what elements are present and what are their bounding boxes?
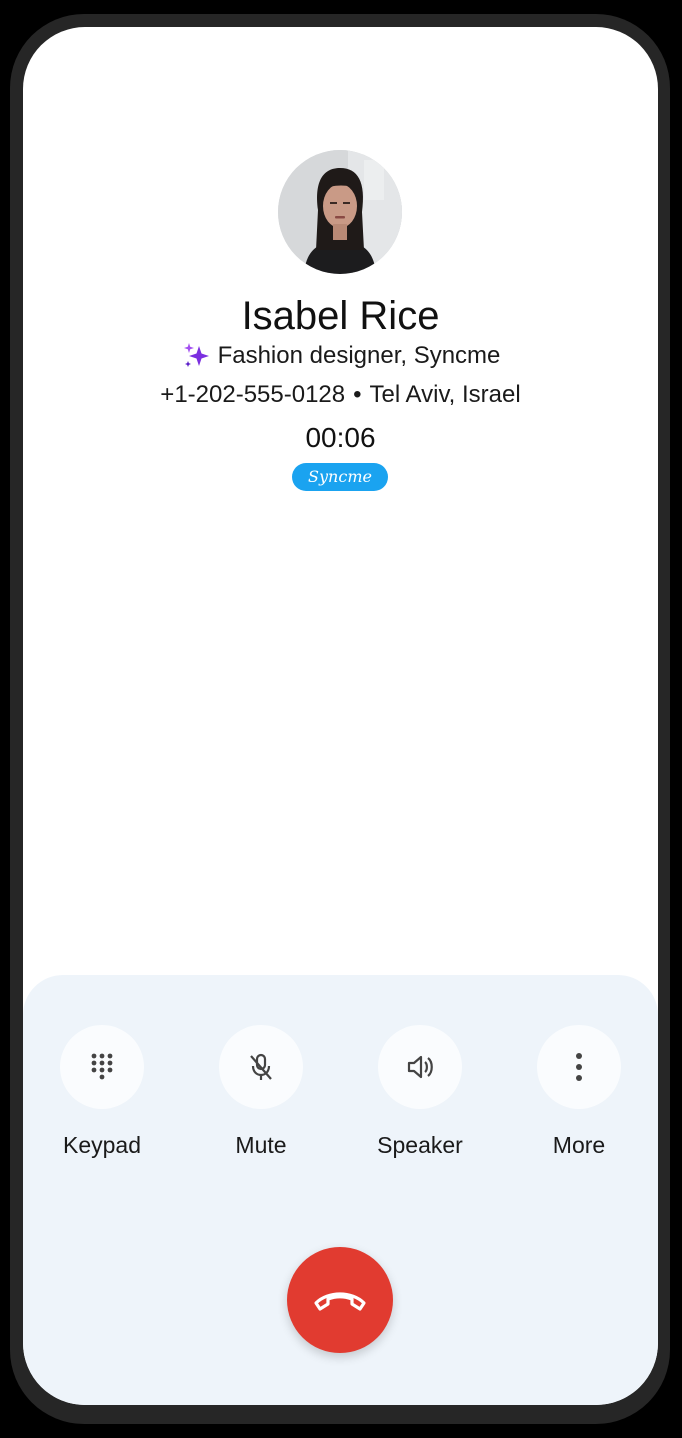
info-separator: • bbox=[353, 381, 362, 408]
mute-button[interactable]: Mute bbox=[201, 1025, 321, 1159]
caller-title-row: Fashion designer, Syncme bbox=[23, 340, 658, 372]
caller-title: Fashion designer, Syncme bbox=[217, 342, 501, 369]
syncme-badge: Syncme bbox=[292, 463, 388, 491]
speaker-button-circle[interactable] bbox=[378, 1025, 462, 1109]
caller-name: Isabel Rice bbox=[241, 294, 440, 338]
keypad-label: Keypad bbox=[62, 1132, 141, 1158]
more-vertical-icon bbox=[576, 1053, 582, 1081]
hang-up-icon bbox=[314, 1292, 366, 1311]
speaker-label: Speaker bbox=[377, 1132, 463, 1158]
caller-location: Tel Aviv, Israel bbox=[369, 381, 521, 408]
speaker-icon bbox=[407, 1055, 433, 1079]
call-timer: 00:06 bbox=[305, 422, 376, 453]
more-button[interactable]: More bbox=[519, 1025, 639, 1159]
call-screen: Isabel Rice Fashion designer, Syncme +1-… bbox=[23, 27, 658, 1405]
mic-off-icon bbox=[250, 1053, 272, 1080]
mute-button-circle[interactable] bbox=[219, 1025, 303, 1109]
sparkle-icon bbox=[183, 343, 209, 367]
caller-avatar bbox=[278, 150, 402, 274]
mute-label: Mute bbox=[235, 1132, 287, 1158]
caller-info-row: +1-202-555-0128 • Tel Aviv, Israel bbox=[23, 379, 658, 411]
keypad-button-circle[interactable] bbox=[60, 1025, 144, 1109]
more-button-circle[interactable] bbox=[537, 1025, 621, 1109]
dialpad-icon bbox=[91, 1053, 113, 1080]
keypad-button[interactable]: Keypad bbox=[42, 1025, 162, 1159]
more-label: More bbox=[552, 1132, 606, 1158]
speaker-button[interactable]: Speaker bbox=[360, 1025, 480, 1159]
call-controls-panel: Keypad Mute Speaker More bbox=[23, 975, 658, 1405]
end-call-button[interactable] bbox=[287, 1247, 393, 1353]
caller-phone: +1-202-555-0128 bbox=[160, 381, 346, 408]
